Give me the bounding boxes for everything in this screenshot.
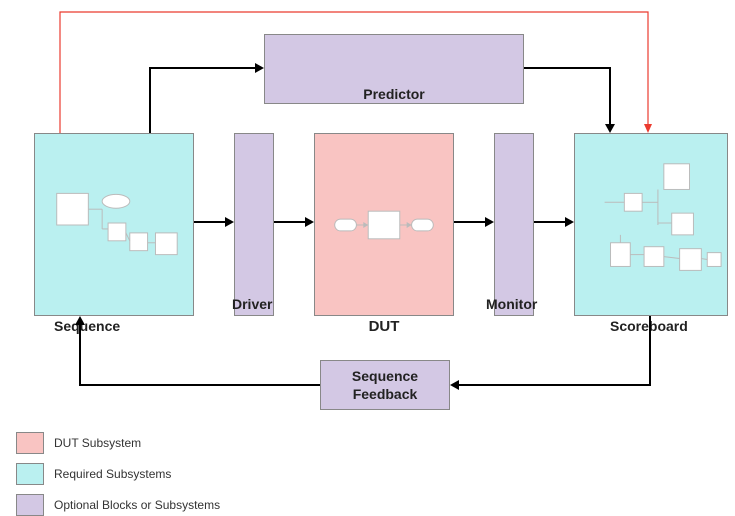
legend-dut: DUT Subsystem [16, 432, 141, 454]
predictor-label: Predictor [363, 86, 424, 102]
sequence-feedback-label-2: Feedback [353, 386, 418, 402]
legend-dut-label: DUT Subsystem [54, 436, 141, 450]
legend-swatch-optional [16, 494, 44, 516]
legend-required-label: Required Subsystems [54, 467, 171, 481]
monitor-block [494, 133, 534, 316]
scoreboard-block [574, 133, 728, 316]
scoreboard-label: Scoreboard [610, 318, 688, 334]
dut-label: DUT [369, 318, 400, 335]
monitor-label: Monitor [486, 296, 537, 312]
sequence-block [34, 133, 194, 316]
sequence-feedback-label-1: Sequence [352, 368, 418, 384]
uvm-block-diagram: Predictor Sequence Driver DU [0, 0, 735, 516]
dut-block [314, 133, 454, 316]
legend-swatch-dut [16, 432, 44, 454]
legend-optional-label: Optional Blocks or Subsystems [54, 498, 220, 512]
driver-block [234, 133, 274, 316]
sequence-label: Sequence [54, 318, 120, 334]
legend-required: Required Subsystems [16, 463, 171, 485]
legend-swatch-required [16, 463, 44, 485]
legend-optional: Optional Blocks or Subsystems [16, 494, 220, 516]
driver-label: Driver [232, 296, 272, 312]
